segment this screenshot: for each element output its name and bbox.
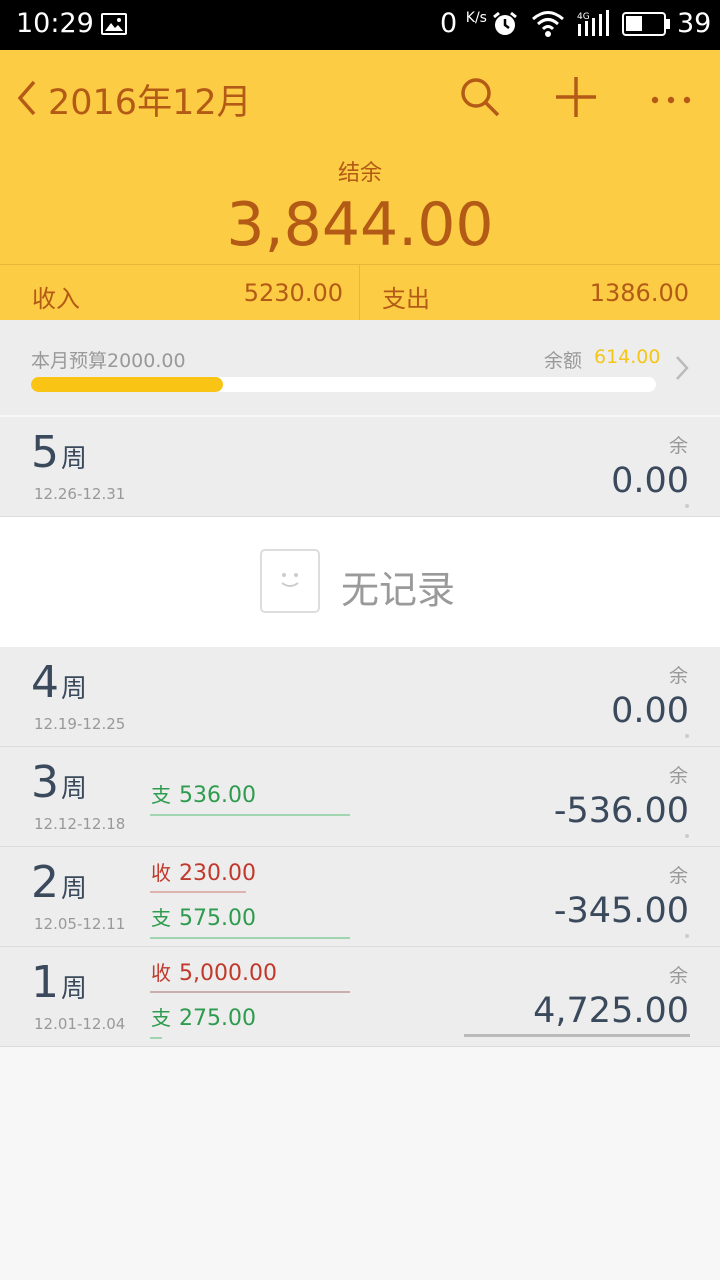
week-number: 1 [31,957,59,1008]
expense-bar [150,937,350,939]
remaining-label: 余 [668,765,688,787]
network-speed: 0 K/s [440,8,487,39]
week-date-range: 12.26-12.31 [34,485,126,503]
week-unit: 周 [61,674,88,704]
remaining-label: 余 [668,965,688,987]
income-value: 5230.00 [243,279,343,307]
status-time: 10:29 [16,8,94,39]
week-row[interactable]: 5周 12.26-12.31 余 0.00 [0,417,720,517]
income-label: 收入 [32,285,80,313]
signal-4g-icon: 4G [576,10,614,42]
week-remaining-value: -345.00 [553,891,689,931]
income-bar [150,891,246,893]
network-speed-unit: K/s [465,10,487,26]
add-icon[interactable] [555,76,597,122]
week-remaining-value: 4,725.00 [533,991,689,1031]
week-number: 4 [31,657,59,708]
summary-header: 2016年12月 结余 3,844.00 收入 5230.00 支出 1386.… [0,50,720,320]
monthly-budget[interactable]: 本月预算2000.00 余额 614.00 [0,320,720,415]
week-row[interactable]: 4周 12.19-12.25 余 0.00 [0,647,720,747]
budget-progress-bar [31,377,656,392]
chevron-right-icon[interactable] [674,354,690,386]
budget-progress-fill [31,377,223,392]
remaining-label: 余 [668,665,688,687]
week-unit: 周 [61,444,88,474]
empty-state-text: 无记录 [341,568,456,612]
remaining-label: 余 [668,435,688,457]
balance-label: 结余 [337,161,382,186]
network-type: 4G [577,12,590,22]
week-number: 2 [31,857,59,908]
expense-bar [150,1037,162,1039]
week-unit: 周 [61,974,88,1004]
week-row[interactable]: 1周 12.01-12.04 收 5,000.00 支 275.00 余 4,725… [0,947,720,1047]
week-date-range: 12.01-12.04 [34,1015,126,1033]
remaining-label: 余 [668,865,688,887]
more-icon[interactable] [650,90,692,109]
expense-entry: 支 536.00 [151,783,256,808]
smiley-icon [260,549,320,613]
week-date-range: 12.05-12.11 [34,915,126,933]
week-number: 5 [31,427,59,478]
expense-entry: 支 575.00 [151,906,256,931]
empty-state: 无记录 [0,517,720,647]
status-bar: 10:29 0 K/s 4G 39 [0,0,720,50]
income-bar [150,991,350,993]
week-date-range: 12.12-12.18 [34,815,126,833]
week-unit: 周 [61,874,88,904]
week-number: 3 [31,757,59,808]
week-row[interactable]: 2周 12.05-12.11 收 230.00 支 575.00 余 -345.00 [0,847,720,947]
battery-level: 39 [677,8,712,39]
balance-value: 3,844.00 [226,190,494,260]
week-row[interactable]: 3周 12.12-12.18 支 536.00 余 -536.00 [0,747,720,847]
expense-label: 支出 [382,285,430,313]
income-entry: 收 230.00 [151,861,256,886]
month-title[interactable]: 2016年12月 [48,74,252,125]
wifi-icon [531,10,565,42]
expense-entry: 支 275.00 [151,1006,256,1031]
remaining-bar [464,1034,690,1037]
week-unit: 周 [61,774,88,804]
budget-remaining-label: 余额 [544,350,583,372]
budget-label: 本月预算2000.00 [31,350,186,372]
week-date-range: 12.19-12.25 [34,715,126,733]
expense-value: 1386.00 [589,279,689,307]
back-icon[interactable] [14,78,40,122]
week-remaining-value: -536.00 [553,791,689,831]
battery-icon [622,12,666,36]
expense-bar [150,814,350,816]
budget-remaining-value: 614.00 [594,346,661,368]
income-entry: 收 5,000.00 [151,961,277,986]
week-remaining-value: 0.00 [611,691,689,731]
search-icon[interactable] [459,76,501,122]
week-remaining-value: 0.00 [611,461,689,501]
alarm-icon [491,10,519,42]
image-notification-icon [101,13,127,35]
